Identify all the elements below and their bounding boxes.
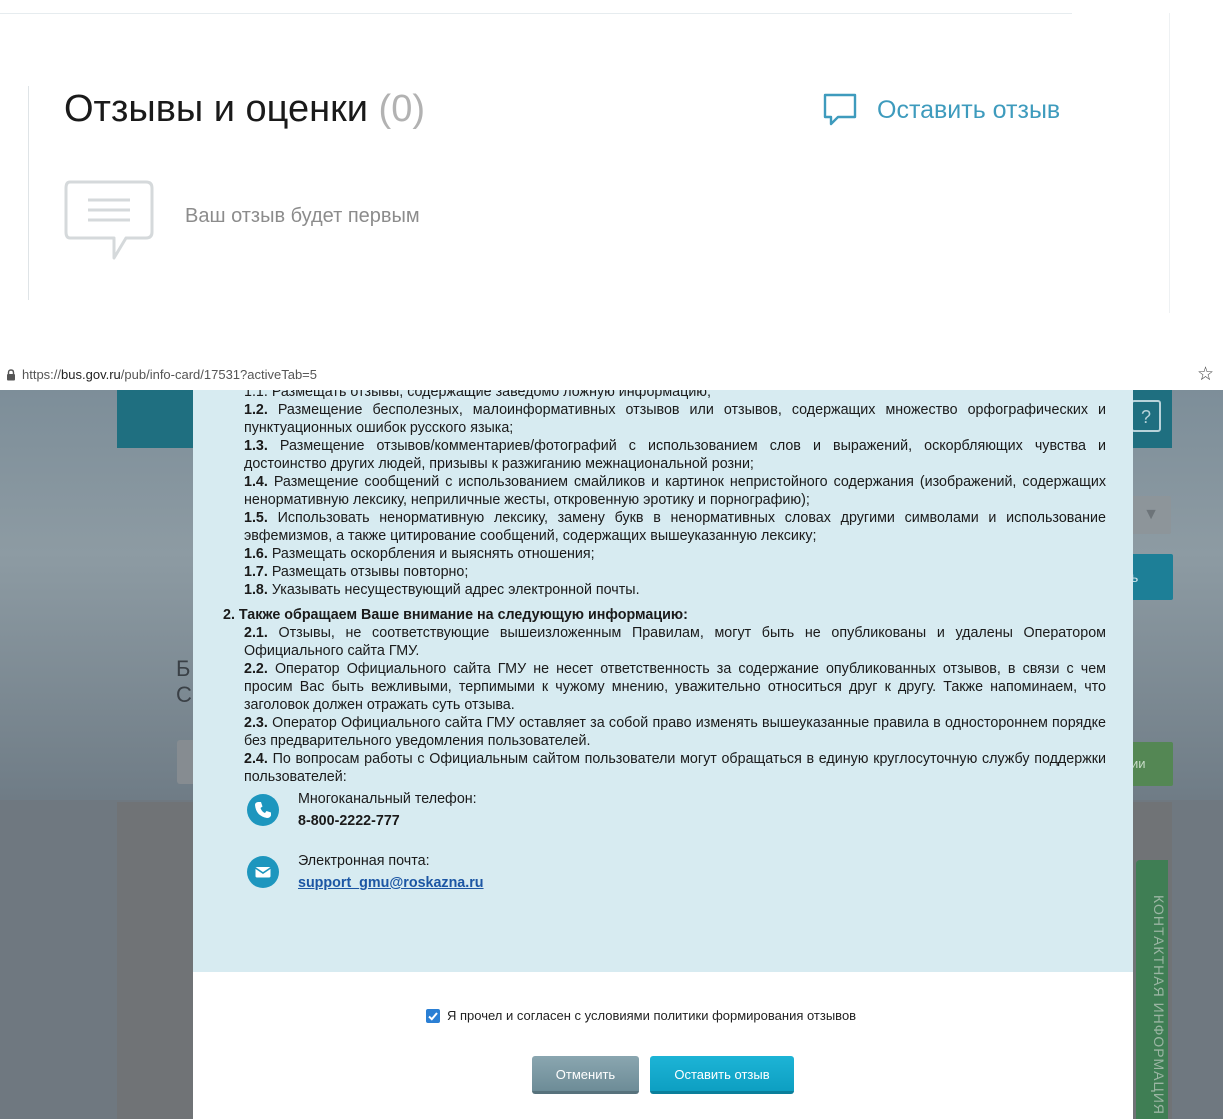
agree-checkbox-row[interactable]: Я прочел и согласен с условиями политики… xyxy=(426,1008,856,1023)
rule-item: 1.1. Размещать отзывы, содержащие заведо… xyxy=(244,390,712,400)
background-select-arrow: ▼ xyxy=(1131,496,1171,534)
checkmark-icon xyxy=(428,1011,438,1021)
browser-address-bar: https://bus.gov.ru/pub/info-card/17531?a… xyxy=(0,364,1223,387)
rule-item: 1.3. Размещение отзывов/комментариев/фот… xyxy=(244,438,1106,472)
background-button: ь xyxy=(1131,554,1173,600)
info-item: 2.4. По вопросам работы с Официальным са… xyxy=(244,751,1106,785)
background-text-fragment: С xyxy=(176,682,192,707)
empty-comment-icon xyxy=(64,180,154,260)
bookmark-star-icon[interactable]: ☆ xyxy=(1197,364,1214,386)
agree-label[interactable]: Я прочел и согласен с условиями политики… xyxy=(447,1008,856,1023)
rule-item: 1.6. Размещать оскорбления и выяснять от… xyxy=(244,546,595,562)
phone-icon xyxy=(247,794,279,826)
right-divider xyxy=(1169,13,1170,313)
rules-panel: 1.1. Размещать отзывы, содержащие заведо… xyxy=(193,390,1133,972)
contact-info-side-tab-label: КОНТАКТНАЯ ИНФОРМАЦИЯ xyxy=(1151,895,1167,1115)
leave-review-link[interactable]: Оставить отзыв xyxy=(822,92,1060,128)
rule-item: 1.5. Использовать ненормативную лексику,… xyxy=(244,510,1106,544)
rule-item: 1.4. Размещение сообщений с использовани… xyxy=(244,474,1106,508)
reviews-heading: Отзывы и оценки (0) xyxy=(64,86,425,132)
rule-item: 1.2. Размещение бесполезных, малоинформа… xyxy=(244,402,1106,436)
url-text[interactable]: https://bus.gov.ru/pub/info-card/17531?a… xyxy=(22,367,317,382)
rule-item: 1.7. Размещать отзывы повторно; xyxy=(244,564,469,580)
phone-label: Многоканальный телефон: xyxy=(298,791,477,807)
leave-review-label[interactable]: Оставить отзыв xyxy=(877,96,1060,125)
email-contact: Электронная почта: support_gmu@roskazna.… xyxy=(223,852,1106,912)
background-text-fragment: Б xyxy=(176,656,191,681)
submit-review-button[interactable]: Оставить отзыв xyxy=(650,1056,794,1094)
empty-reviews-text: Ваш отзыв будет первым xyxy=(185,205,420,227)
rule-item: 1.8. Указывать несуществующий адрес элек… xyxy=(244,582,640,598)
reviews-title: Отзывы и оценки xyxy=(64,88,368,130)
envelope-icon xyxy=(247,856,279,888)
info-item: 2.3. Оператор Официального сайта ГМУ ост… xyxy=(244,715,1106,749)
agree-checkbox[interactable] xyxy=(426,1008,440,1023)
email-label: Электронная почта: xyxy=(298,853,430,869)
background-green-button: ии xyxy=(1131,742,1173,786)
review-policy-modal: 1.1. Размещать отзывы, содержащие заведо… xyxy=(193,390,1133,1119)
section-heading: 2. Также обращаем Ваше внимание на следу… xyxy=(223,607,688,623)
rules-text: 1.1. Размещать отзывы, содержащие заведо… xyxy=(223,390,1106,912)
reviews-count: (0) xyxy=(378,88,425,130)
info-item: 2.2. Оператор Официального сайта ГМУ не … xyxy=(244,661,1106,713)
phone-number: 8-800-2222-777 xyxy=(298,813,400,829)
comment-icon xyxy=(823,93,857,126)
cancel-button[interactable]: Отменить xyxy=(532,1056,639,1094)
top-divider xyxy=(0,13,1072,14)
background-input xyxy=(177,740,193,784)
lock-icon xyxy=(7,369,15,381)
help-icon: ? xyxy=(1131,400,1161,432)
phone-contact: Многоканальный телефон: 8-800-2222-777 xyxy=(223,790,1106,850)
email-link[interactable]: support_gmu@roskazna.ru xyxy=(298,875,484,891)
info-item: 2.1. Отзывы, не соответствующие вышеизло… xyxy=(244,625,1106,659)
left-divider xyxy=(28,86,29,300)
